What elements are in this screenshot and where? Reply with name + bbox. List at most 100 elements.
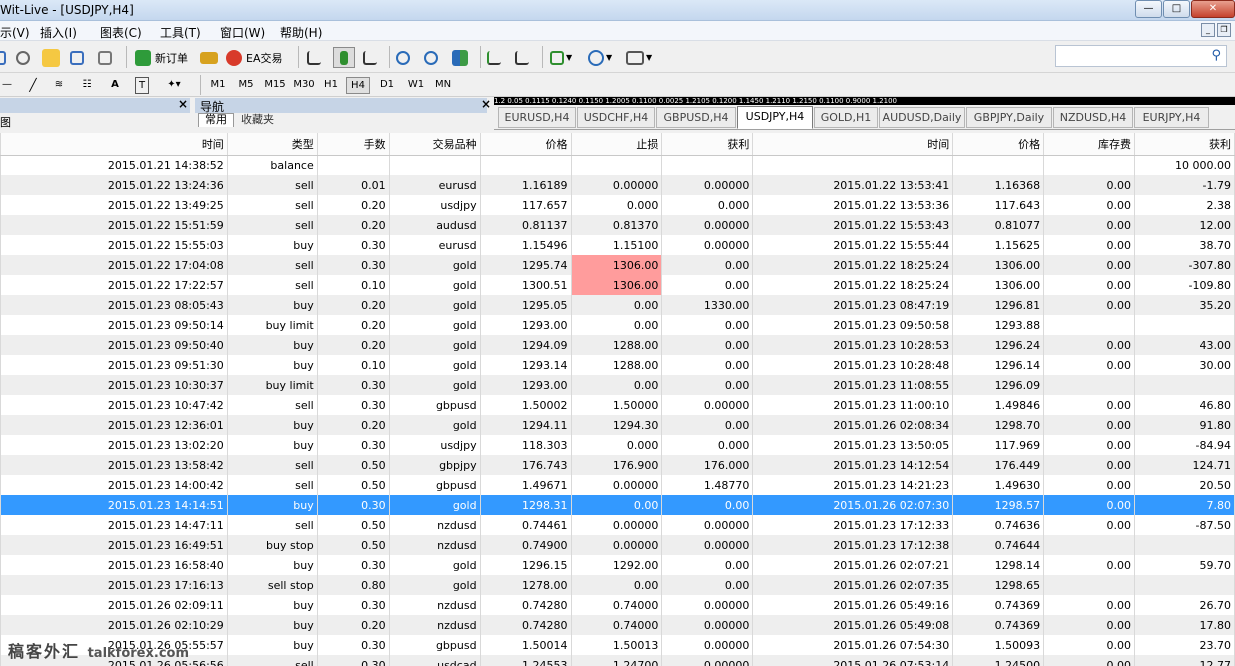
tb-btn-1[interactable] [0,47,6,68]
chart-tab-nzdusd[interactable]: NZDUSD,H4 [1053,107,1133,128]
table-row[interactable]: 2015.01.22 15:55:03 buy 0.30 eurusd 1.15496 1… [0,235,1235,255]
tb-btn-favorites[interactable] [42,47,60,68]
indicators-button[interactable]: ▼ [550,47,572,68]
zoom-out-button[interactable] [424,47,438,68]
channel-tool-icon[interactable]: ≋ [52,77,66,94]
table-row[interactable]: 2015.01.23 13:58:42 sell 0.50 gbpjpy 176.743… [0,455,1235,475]
auto-scroll-button[interactable] [487,47,501,68]
table-row[interactable]: 2015.01.22 17:04:08 sell 0.30 gold 1295.74 13… [0,255,1235,275]
trendline-tool-icon[interactable]: ╱ [26,77,40,94]
col-header-swap[interactable]: 库存费 [1043,133,1136,156]
table-row[interactable]: 2015.01.23 14:14:51 buy 0.30 gold 1298.31 0.0… [0,495,1235,515]
new-order-button[interactable]: 新订单 [135,47,188,68]
chart-shift-button[interactable] [515,47,529,68]
tb-btn-crosshair[interactable] [16,47,30,68]
table-row[interactable]: 2015.01.21 14:38:52 balance 10 000.00 [0,155,1235,175]
maximize-button[interactable]: □ [1163,0,1190,18]
minimize-button[interactable]: — [1135,0,1162,18]
candlestick-button[interactable] [333,47,355,68]
tb-btn-tester[interactable] [98,47,112,68]
arrows-tool-icon[interactable]: ✦▾ [163,77,185,94]
timeframe-h1[interactable]: H1 [320,77,342,94]
table-row[interactable]: 2015.01.23 16:49:51 buy stop 0.50 nzdusd 0.7… [0,535,1235,555]
timeframe-m1[interactable]: M1 [207,77,229,94]
chart-tab-usdchf[interactable]: USDCHF,H4 [577,107,655,128]
table-row[interactable]: 2015.01.23 08:05:43 buy 0.20 gold 1295.05 0.0… [0,295,1235,315]
tile-windows-button[interactable] [452,47,468,68]
timeframe-w1[interactable]: W1 [405,77,427,94]
cell-take-profit: 0.00000 [661,615,754,635]
close-icon[interactable]: × [481,97,491,111]
col-header-open-price[interactable]: 价格 [480,133,572,156]
tab-common[interactable]: 常用 [198,113,234,127]
table-row[interactable]: 2015.01.23 09:51:30 buy 0.10 gold 1293.14 128… [0,355,1235,375]
table-row[interactable]: 2015.01.22 15:51:59 sell 0.20 audusd 0.81137… [0,215,1235,235]
text-label-tool-icon[interactable]: T [135,77,149,94]
menu-window[interactable]: 窗口(W) [220,24,265,41]
col-header-profit[interactable]: 获利 [1134,133,1235,156]
periods-button[interactable]: ▼ [588,47,612,68]
window-controls: — □ ✕ [1134,0,1235,20]
search-input[interactable]: ⚲ [1055,45,1227,67]
bar-chart-button[interactable] [307,47,321,68]
ea-trading-button[interactable]: EA交易 [226,47,282,68]
table-row[interactable]: 2015.01.23 09:50:40 buy 0.20 gold 1294.09 128… [0,335,1235,355]
tb-btn-gold[interactable] [200,47,218,68]
close-icon[interactable]: × [178,97,188,111]
chart-tab-audusd[interactable]: AUDUSD,Daily [879,107,965,128]
table-row[interactable]: 2015.01.22 13:49:25 sell 0.20 usdjpy 117.657… [0,195,1235,215]
chart-tab-usdjpy[interactable]: USDJPY,H4 [737,106,813,129]
menu-tools[interactable]: 工具(T) [160,24,201,41]
timeframe-mn[interactable]: MN [431,77,455,94]
table-row[interactable]: 2015.01.23 10:47:42 sell 0.30 gbpusd 1.50002… [0,395,1235,415]
table-row[interactable]: 2015.01.22 13:24:36 sell 0.01 eurusd 1.16189… [0,175,1235,195]
menu-view[interactable]: 示(V) [0,24,30,41]
timeframe-m30[interactable]: M30 [291,77,317,94]
tb-btn-navigator[interactable] [70,47,84,68]
chart-tab-eurjpy[interactable]: EURJPY,H4 [1134,107,1209,128]
chart-tab-gbpusd[interactable]: GBPUSD,H4 [656,107,736,128]
timeframe-m5[interactable]: M5 [235,77,257,94]
table-row[interactable]: 2015.01.23 16:58:40 buy 0.30 gold 1296.15 129… [0,555,1235,575]
menu-help[interactable]: 帮助(H) [280,24,322,41]
cell-type: buy [227,235,318,255]
search-icon[interactable]: ⚲ [1211,48,1221,63]
mdi-restore-icon[interactable]: ❐ [1217,23,1231,37]
col-header-close-price[interactable]: 价格 [952,133,1045,156]
fibonacci-tool-icon[interactable]: ☷ [80,77,94,94]
col-header-take-profit[interactable]: 获利 [661,133,754,156]
col-header-symbol[interactable]: 交易品种 [389,133,481,156]
chart-tab-gbpjpy[interactable]: GBPJPY,Daily [966,107,1052,128]
col-header-lots[interactable]: 手数 [317,133,390,156]
zoom-in-button[interactable] [396,47,410,68]
col-header-open-time[interactable]: 时间 [0,133,228,156]
templates-button[interactable]: ▼ [626,47,652,68]
close-button[interactable]: ✕ [1191,0,1235,18]
chart-tab-eurusd[interactable]: EURUSD,H4 [498,107,576,128]
timeframe-h4[interactable]: H4 [346,77,370,94]
table-row[interactable]: 2015.01.23 09:50:14 buy limit 0.20 gold 1293… [0,315,1235,335]
col-header-stop-loss[interactable]: 止损 [571,133,663,156]
table-row[interactable]: 2015.01.23 10:30:37 buy limit 0.30 gold 1293… [0,375,1235,395]
table-row[interactable]: 2015.01.23 14:47:11 sell 0.50 nzdusd 0.74461… [0,515,1235,535]
table-row[interactable]: 2015.01.26 02:10:29 buy 0.20 nzdusd 0.74280 0… [0,615,1235,635]
col-header-type[interactable]: 类型 [227,133,318,156]
text-tool-icon[interactable]: A [108,77,122,94]
table-row[interactable]: 2015.01.22 17:22:57 sell 0.10 gold 1300.51 13… [0,275,1235,295]
col-header-close-time[interactable]: 时间 [752,133,954,156]
menu-insert[interactable]: 插入(I) [40,24,77,41]
table-row[interactable]: 2015.01.23 12:36:01 buy 0.20 gold 1294.11 129… [0,415,1235,435]
line-chart-button[interactable] [363,47,377,68]
chart-window[interactable]: 1.2 0.05 0.1115 0.1240 0.1150 1.2005 0.1… [494,97,1235,105]
horizontal-line-tool-icon[interactable]: — [2,77,12,94]
table-row[interactable]: 2015.01.23 13:02:20 buy 0.30 usdjpy 118.303 0… [0,435,1235,455]
timeframe-d1[interactable]: D1 [376,77,398,94]
tab-favorites[interactable]: 收藏夹 [234,113,281,127]
mdi-minimize-icon[interactable]: _ [1201,23,1215,37]
timeframe-m15[interactable]: M15 [262,77,288,94]
table-row[interactable]: 2015.01.26 02:09:11 buy 0.30 nzdusd 0.74280 0… [0,595,1235,615]
chart-tab-gold[interactable]: GOLD,H1 [814,107,878,128]
table-row[interactable]: 2015.01.23 17:16:13 sell stop 0.80 gold 1278… [0,575,1235,595]
table-row[interactable]: 2015.01.23 14:00:42 sell 0.50 gbpusd 1.49671… [0,475,1235,495]
menu-chart[interactable]: 图表(C) [100,24,142,41]
